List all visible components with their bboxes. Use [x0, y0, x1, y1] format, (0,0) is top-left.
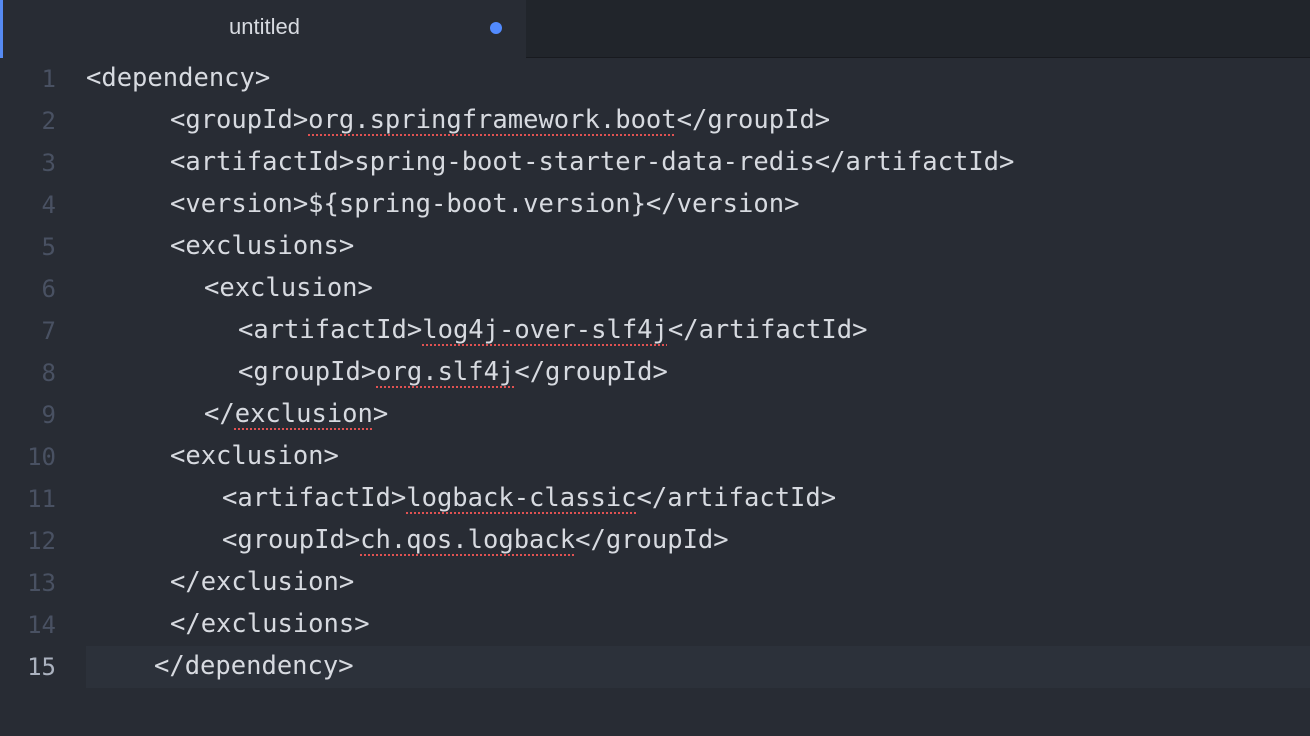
misspelled-word[interactable]: org.springframework.boot — [308, 105, 676, 135]
line-code: <groupId>org.slf4j</groupId> — [238, 356, 668, 388]
code-line[interactable]: 13 </exclusion> — [0, 562, 1310, 604]
code-line[interactable]: 12 <groupId>ch.qos.logback</groupId> — [0, 520, 1310, 562]
line-code: <artifactId>log4j-over-slf4j</artifactId… — [238, 314, 867, 346]
code-text: </groupId> — [514, 357, 668, 387]
tab-untitled[interactable]: untitled — [0, 0, 526, 58]
line-number: 3 — [41, 149, 56, 177]
code-editor[interactable]: 1 <dependency> 2 <groupId>org.springframewo… — [0, 58, 1310, 736]
line-number: 10 — [27, 443, 56, 471]
code-line[interactable]: 14 </exclusions> — [0, 604, 1310, 646]
misspelled-word[interactable]: log4j-over-slf4j — [422, 315, 668, 345]
line-number: 12 — [27, 527, 56, 555]
code-line[interactable]: 4 <version>${spring-boot.version}</versio… — [0, 184, 1310, 226]
line-number: 8 — [41, 359, 56, 387]
code-text: > — [372, 399, 389, 429]
misspelled-word[interactable]: logback-classic — [406, 483, 636, 513]
line-code: </exclusion> — [204, 398, 388, 430]
line-code: <exclusion> — [170, 440, 339, 472]
code-text: <artifactId> — [222, 483, 407, 513]
line-number: 15 — [27, 653, 56, 681]
code-text: </groupId> — [575, 525, 729, 555]
code-text: </exclusion> — [170, 567, 355, 597]
line-code: <exclusion> — [204, 272, 373, 304]
line-code: <groupId>org.springframework.boot</group… — [170, 104, 830, 136]
line-code: <artifactId>spring-boot-starter-data-red… — [170, 146, 1014, 178]
code-line[interactable]: 15 </dependency> — [0, 646, 1310, 688]
line-code: </exclusion> — [170, 566, 354, 598]
line-code: <version>${spring-boot.version}</version… — [170, 188, 799, 220]
code-line[interactable]: 3 <artifactId>spring-boot-starter-data-re… — [0, 142, 1310, 184]
code-text: </groupId> — [676, 105, 831, 135]
code-line[interactable]: 9 </exclusion> — [0, 394, 1310, 436]
code-text: </dependency> — [154, 651, 354, 681]
code-text: </artifactId> — [636, 483, 837, 513]
code-line[interactable]: 7 <artifactId>log4j-over-slf4j</artifactI… — [0, 310, 1310, 352]
line-code: <artifactId>logback-classic</artifactId> — [222, 482, 836, 514]
tab-bar-empty-area — [526, 0, 1310, 58]
code-text: <version>${spring-boot.version}</version… — [170, 189, 800, 219]
code-text: </artifactId> — [667, 315, 868, 345]
misspelled-word[interactable]: org.slf4j — [376, 357, 514, 387]
line-number: 7 — [41, 317, 56, 345]
code-text: <groupId> — [170, 105, 309, 135]
code-text: </exclusions> — [170, 609, 370, 639]
unsaved-dot-icon[interactable] — [490, 22, 502, 34]
code-line[interactable]: 2 <groupId>org.springframework.boot</grou… — [0, 100, 1310, 142]
code-text: <exclusion> — [204, 273, 373, 303]
code-text: <groupId> — [222, 525, 361, 555]
line-code: <groupId>ch.qos.logback</groupId> — [222, 524, 729, 556]
misspelled-word[interactable]: ch.qos.logback — [360, 525, 575, 555]
line-number: 14 — [27, 611, 56, 639]
line-number: 6 — [41, 275, 56, 303]
line-number: 5 — [41, 233, 56, 261]
code-text: </ — [204, 399, 235, 429]
code-line[interactable]: 1 <dependency> — [0, 58, 1310, 100]
code-text: <groupId> — [238, 357, 377, 387]
line-number: 1 — [41, 65, 56, 93]
editor-window: untitled 1 <dependency> 2 <groupId>org.spri… — [0, 0, 1310, 736]
line-number: 13 — [27, 569, 56, 597]
line-number: 9 — [41, 401, 56, 429]
misspelled-word[interactable]: exclusion — [235, 399, 373, 429]
line-number: 11 — [27, 485, 56, 513]
line-number: 4 — [41, 191, 56, 219]
code-line[interactable]: 5 <exclusions> — [0, 226, 1310, 268]
code-line[interactable]: 6 <exclusion> — [0, 268, 1310, 310]
tab-bar: untitled — [0, 0, 1310, 58]
code-text: <dependency> — [86, 63, 271, 93]
code-text: <exclusions> — [170, 231, 355, 261]
line-code: <dependency> — [86, 62, 270, 94]
code-line[interactable]: 8 <groupId>org.slf4j</groupId> — [0, 352, 1310, 394]
code-line[interactable]: 11 <artifactId>logback-classic</artifactI… — [0, 478, 1310, 520]
code-text: <exclusion> — [170, 441, 339, 471]
line-code: </exclusions> — [170, 608, 370, 640]
code-text: <artifactId> — [238, 315, 423, 345]
code-text: <artifactId>spring-boot-starter-data-red… — [170, 147, 1015, 177]
line-code: </dependency> — [154, 650, 354, 682]
line-code: <exclusions> — [170, 230, 354, 262]
line-number: 2 — [41, 107, 56, 135]
tab-title: untitled — [229, 14, 300, 39]
code-line[interactable]: 10 <exclusion> — [0, 436, 1310, 478]
